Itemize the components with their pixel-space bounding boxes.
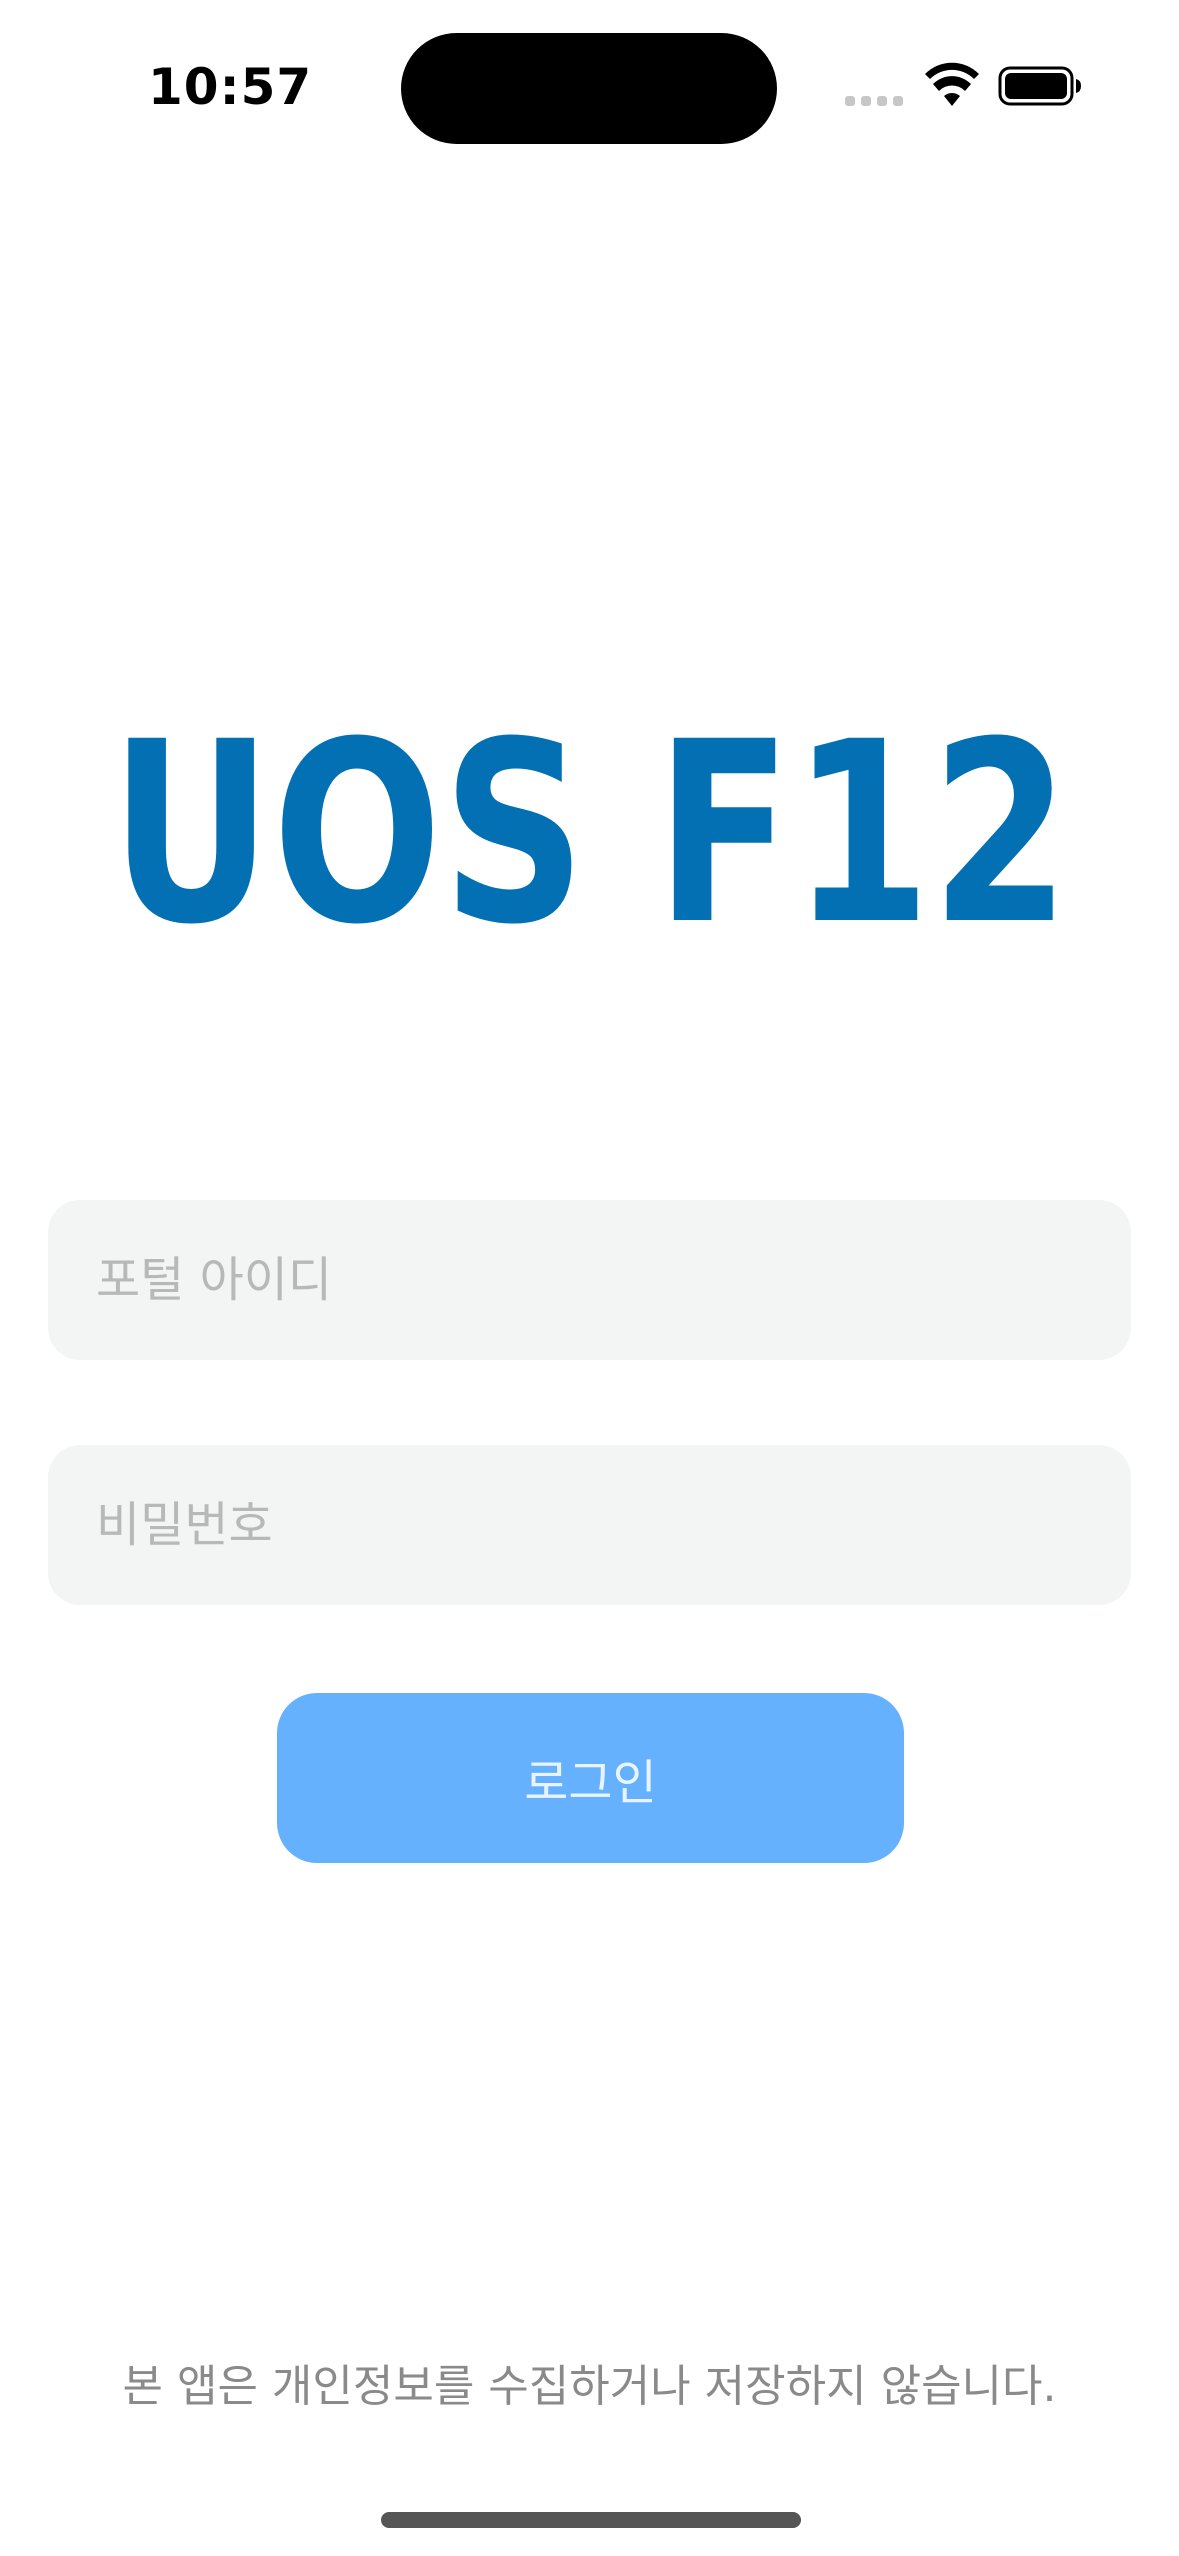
login-button[interactable]: 로그인 — [277, 1693, 904, 1863]
battery-icon — [998, 66, 1081, 106]
signal-icon — [845, 95, 905, 107]
logo-text: UOS F12 — [110, 720, 1070, 950]
privacy-notice: 본 앱은 개인정보를 수집하거나 저장하지 않습니다. — [122, 2361, 1057, 2412]
password-input[interactable] — [96, 1445, 1131, 1605]
home-indicator[interactable] — [381, 2512, 801, 2528]
dynamic-island — [401, 33, 777, 144]
status-time: 10:57 — [148, 58, 313, 116]
portal-id-field[interactable] — [48, 1200, 1131, 1360]
app-logo: UOS F12 — [110, 720, 1070, 950]
login-button-label: 로그인 — [524, 1755, 657, 1811]
portal-id-input[interactable] — [96, 1200, 1131, 1360]
wifi-icon — [925, 62, 979, 106]
password-field[interactable] — [48, 1445, 1131, 1605]
